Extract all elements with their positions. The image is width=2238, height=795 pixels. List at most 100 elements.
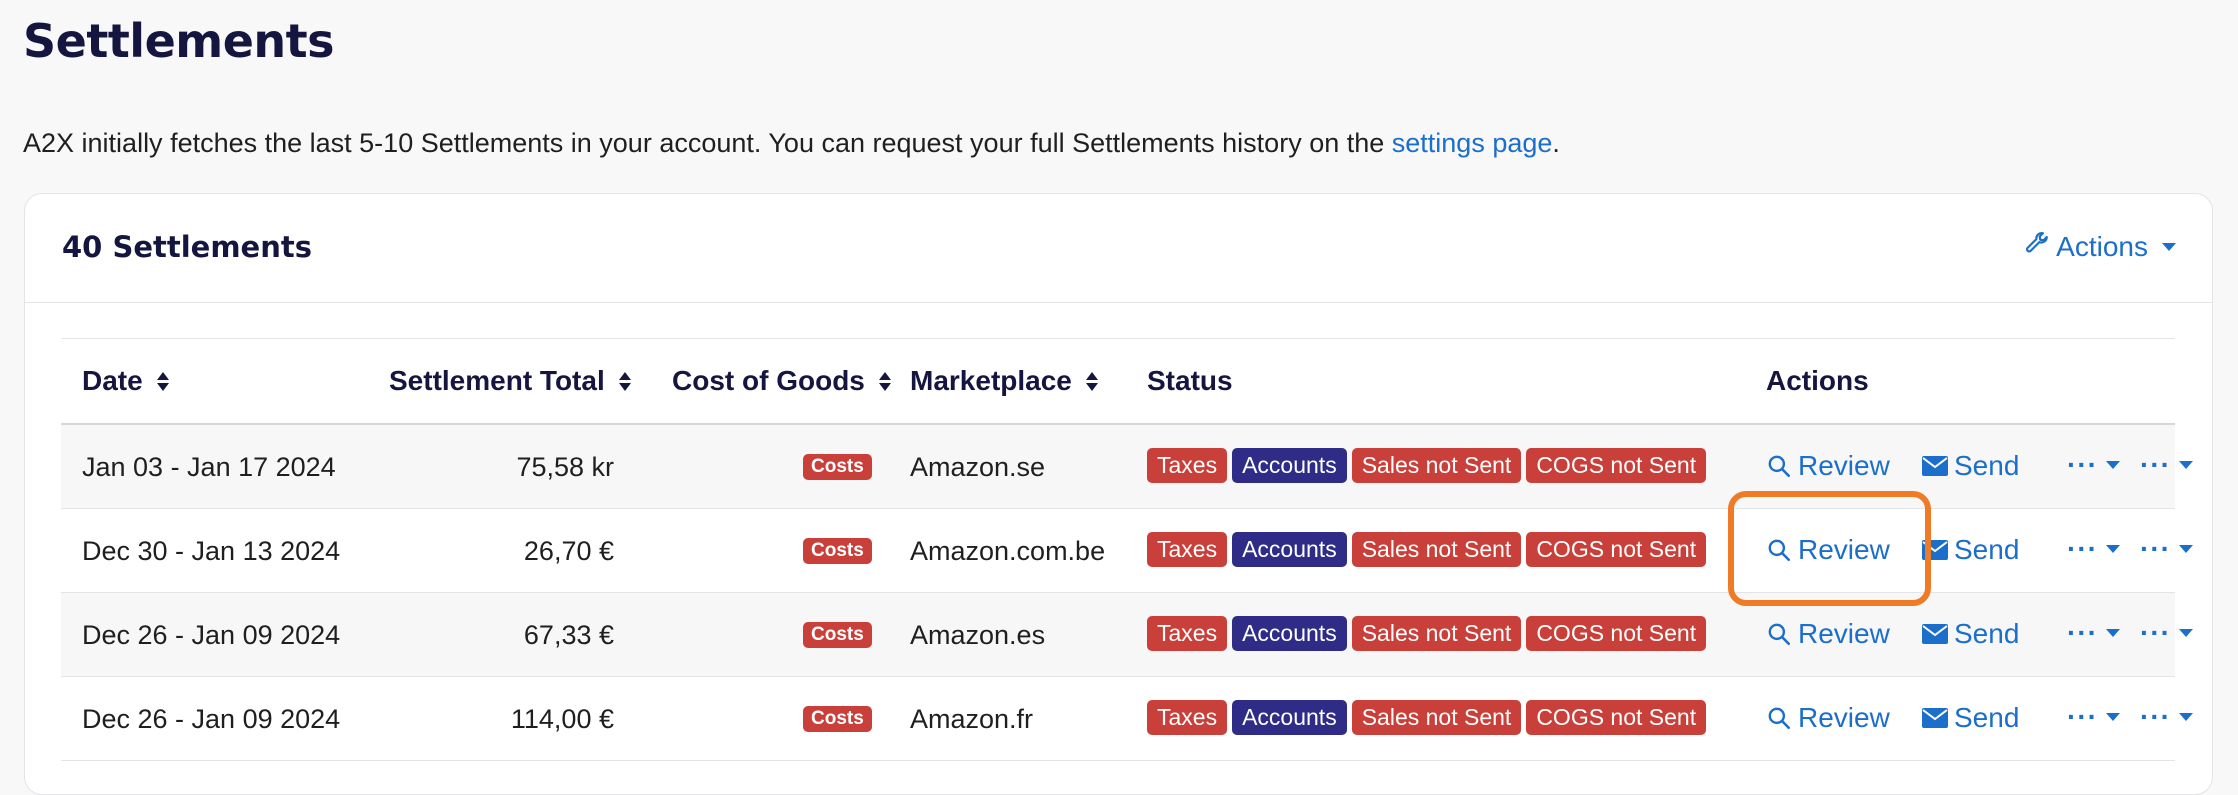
settlement-total-cell: 67,33 € <box>523 620 614 650</box>
accounts-badge[interactable]: Accounts <box>1232 700 1347 735</box>
sales-not-sent-badge[interactable]: Sales not Sent <box>1351 700 1522 735</box>
taxes-badge[interactable]: Taxes <box>1147 532 1228 567</box>
table-row[interactable]: Dec 26 - Jan 09 2024 114,00 € Costs Amaz… <box>61 677 2193 761</box>
taxes-badge[interactable]: Taxes <box>1147 616 1228 651</box>
envelope-icon <box>1922 624 1948 644</box>
review-highlight-box <box>1728 491 1931 606</box>
send-link[interactable]: Send <box>1922 618 2019 650</box>
send-link[interactable]: Send <box>1922 534 2019 566</box>
header-actions-label: Actions <box>1766 365 1869 396</box>
chevron-down-icon <box>2105 545 2120 553</box>
marketplace-cell: Amazon.fr <box>910 704 1034 734</box>
send-label: Send <box>1954 534 2020 565</box>
card-header: 40 Settlements Actions <box>25 194 2212 303</box>
sales-not-sent-badge[interactable]: Sales not Sent <box>1351 448 1522 483</box>
accounts-badge[interactable]: Accounts <box>1232 532 1347 567</box>
more-options-dropdown[interactable]: ··· <box>2067 701 2120 733</box>
sort-icon <box>878 371 891 391</box>
cogs-not-sent-badge[interactable]: COGS not Sent <box>1526 700 1707 735</box>
envelope-icon <box>1922 456 1948 476</box>
header-marketplace-label: Marketplace <box>910 365 1072 396</box>
wrench-icon <box>2024 230 2050 263</box>
date-cell: Dec 30 - Jan 13 2024 <box>82 536 341 566</box>
header-cost-of-goods[interactable]: Cost of Goods <box>672 365 891 397</box>
sales-not-sent-badge[interactable]: Sales not Sent <box>1351 532 1522 567</box>
settlement-total-cell: 26,70 € <box>523 536 614 566</box>
search-icon <box>1768 455 1791 478</box>
taxes-badge[interactable]: Taxes <box>1147 700 1228 735</box>
sort-icon <box>156 371 169 391</box>
review-link[interactable]: Review <box>1766 450 1890 482</box>
status-badges: Taxes Accounts Sales not Sent COGS not S… <box>1147 448 1707 483</box>
chevron-down-icon <box>2162 242 2176 251</box>
status-badges: Taxes Accounts Sales not Sent COGS not S… <box>1147 532 1707 567</box>
status-badges: Taxes Accounts Sales not Sent COGS not S… <box>1147 616 1707 651</box>
cogs-not-sent-badge[interactable]: COGS not Sent <box>1526 448 1707 483</box>
costs-badge[interactable]: Costs <box>803 538 872 564</box>
more-options-dropdown-2[interactable]: ··· <box>2140 617 2193 649</box>
review-link[interactable]: Review <box>1766 618 1890 650</box>
sort-icon <box>1085 371 1098 391</box>
chevron-down-icon <box>2178 461 2193 469</box>
status-badges: Taxes Accounts Sales not Sent COGS not S… <box>1147 700 1707 735</box>
more-icon: ··· <box>2140 449 2171 480</box>
more-options-dropdown-2[interactable]: ··· <box>2140 701 2193 733</box>
send-link[interactable]: Send <box>1922 702 2019 734</box>
costs-badge[interactable]: Costs <box>803 454 872 480</box>
more-icon: ··· <box>2067 449 2098 480</box>
review-link[interactable]: Review <box>1766 702 1890 734</box>
more-icon: ··· <box>2067 617 2098 648</box>
accounts-badge[interactable]: Accounts <box>1232 616 1347 651</box>
taxes-badge[interactable]: Taxes <box>1147 448 1228 483</box>
intro-period: . <box>1552 128 1560 158</box>
actions-menu-button[interactable]: Actions <box>2024 230 2176 263</box>
header-date-label: Date <box>82 365 143 396</box>
costs-badge[interactable]: Costs <box>803 622 872 648</box>
more-options-dropdown[interactable]: ··· <box>2067 617 2120 649</box>
accounts-badge[interactable]: Accounts <box>1232 448 1347 483</box>
more-options-dropdown[interactable]: ··· <box>2067 533 2120 565</box>
envelope-icon <box>1922 708 1948 728</box>
header-status-label: Status <box>1147 365 1233 396</box>
more-icon: ··· <box>2067 701 2098 732</box>
date-cell: Dec 26 - Jan 09 2024 <box>82 704 341 734</box>
costs-badge[interactable]: Costs <box>803 706 872 732</box>
send-label: Send <box>1954 618 2020 649</box>
settings-page-link[interactable]: settings page <box>1392 128 1553 158</box>
more-options-dropdown-2[interactable]: ··· <box>2140 449 2193 481</box>
send-label: Send <box>1954 702 2020 733</box>
header-status: Status <box>1147 365 1233 397</box>
send-label: Send <box>1954 450 2020 481</box>
chevron-down-icon <box>2105 629 2120 637</box>
review-label: Review <box>1798 702 1890 733</box>
date-cell: Jan 03 - Jan 17 2024 <box>82 452 336 482</box>
header-settlement-total[interactable]: Settlement Total <box>389 365 631 397</box>
marketplace-cell: Amazon.es <box>910 620 1046 650</box>
table-header: Date Settlement Total Cost of Goods Mark… <box>61 339 2175 425</box>
header-marketplace[interactable]: Marketplace <box>910 365 1098 397</box>
header-date[interactable]: Date <box>82 365 169 397</box>
review-label: Review <box>1798 450 1890 481</box>
date-cell: Dec 26 - Jan 09 2024 <box>82 620 341 650</box>
cogs-not-sent-badge[interactable]: COGS not Sent <box>1526 616 1707 651</box>
cogs-not-sent-badge[interactable]: COGS not Sent <box>1526 532 1707 567</box>
search-icon <box>1768 623 1791 646</box>
marketplace-cell: Amazon.com.be <box>910 536 1106 566</box>
chevron-down-icon <box>2178 629 2193 637</box>
send-link[interactable]: Send <box>1922 450 2019 482</box>
more-options-dropdown[interactable]: ··· <box>2067 449 2120 481</box>
more-icon: ··· <box>2140 617 2171 648</box>
header-actions: Actions <box>1766 365 1869 397</box>
actions-menu-label: Actions <box>2056 230 2148 262</box>
more-icon: ··· <box>2140 533 2171 564</box>
sort-icon <box>618 371 631 391</box>
chevron-down-icon <box>2178 713 2193 721</box>
search-icon <box>1768 707 1791 730</box>
marketplace-cell: Amazon.se <box>910 452 1046 482</box>
more-options-dropdown-2[interactable]: ··· <box>2140 533 2193 565</box>
chevron-down-icon <box>2178 545 2193 553</box>
settlement-total-cell: 114,00 € <box>510 704 614 734</box>
review-label: Review <box>1798 618 1890 649</box>
intro-text: A2X initially fetches the last 5-10 Sett… <box>23 128 1560 159</box>
sales-not-sent-badge[interactable]: Sales not Sent <box>1351 616 1522 651</box>
